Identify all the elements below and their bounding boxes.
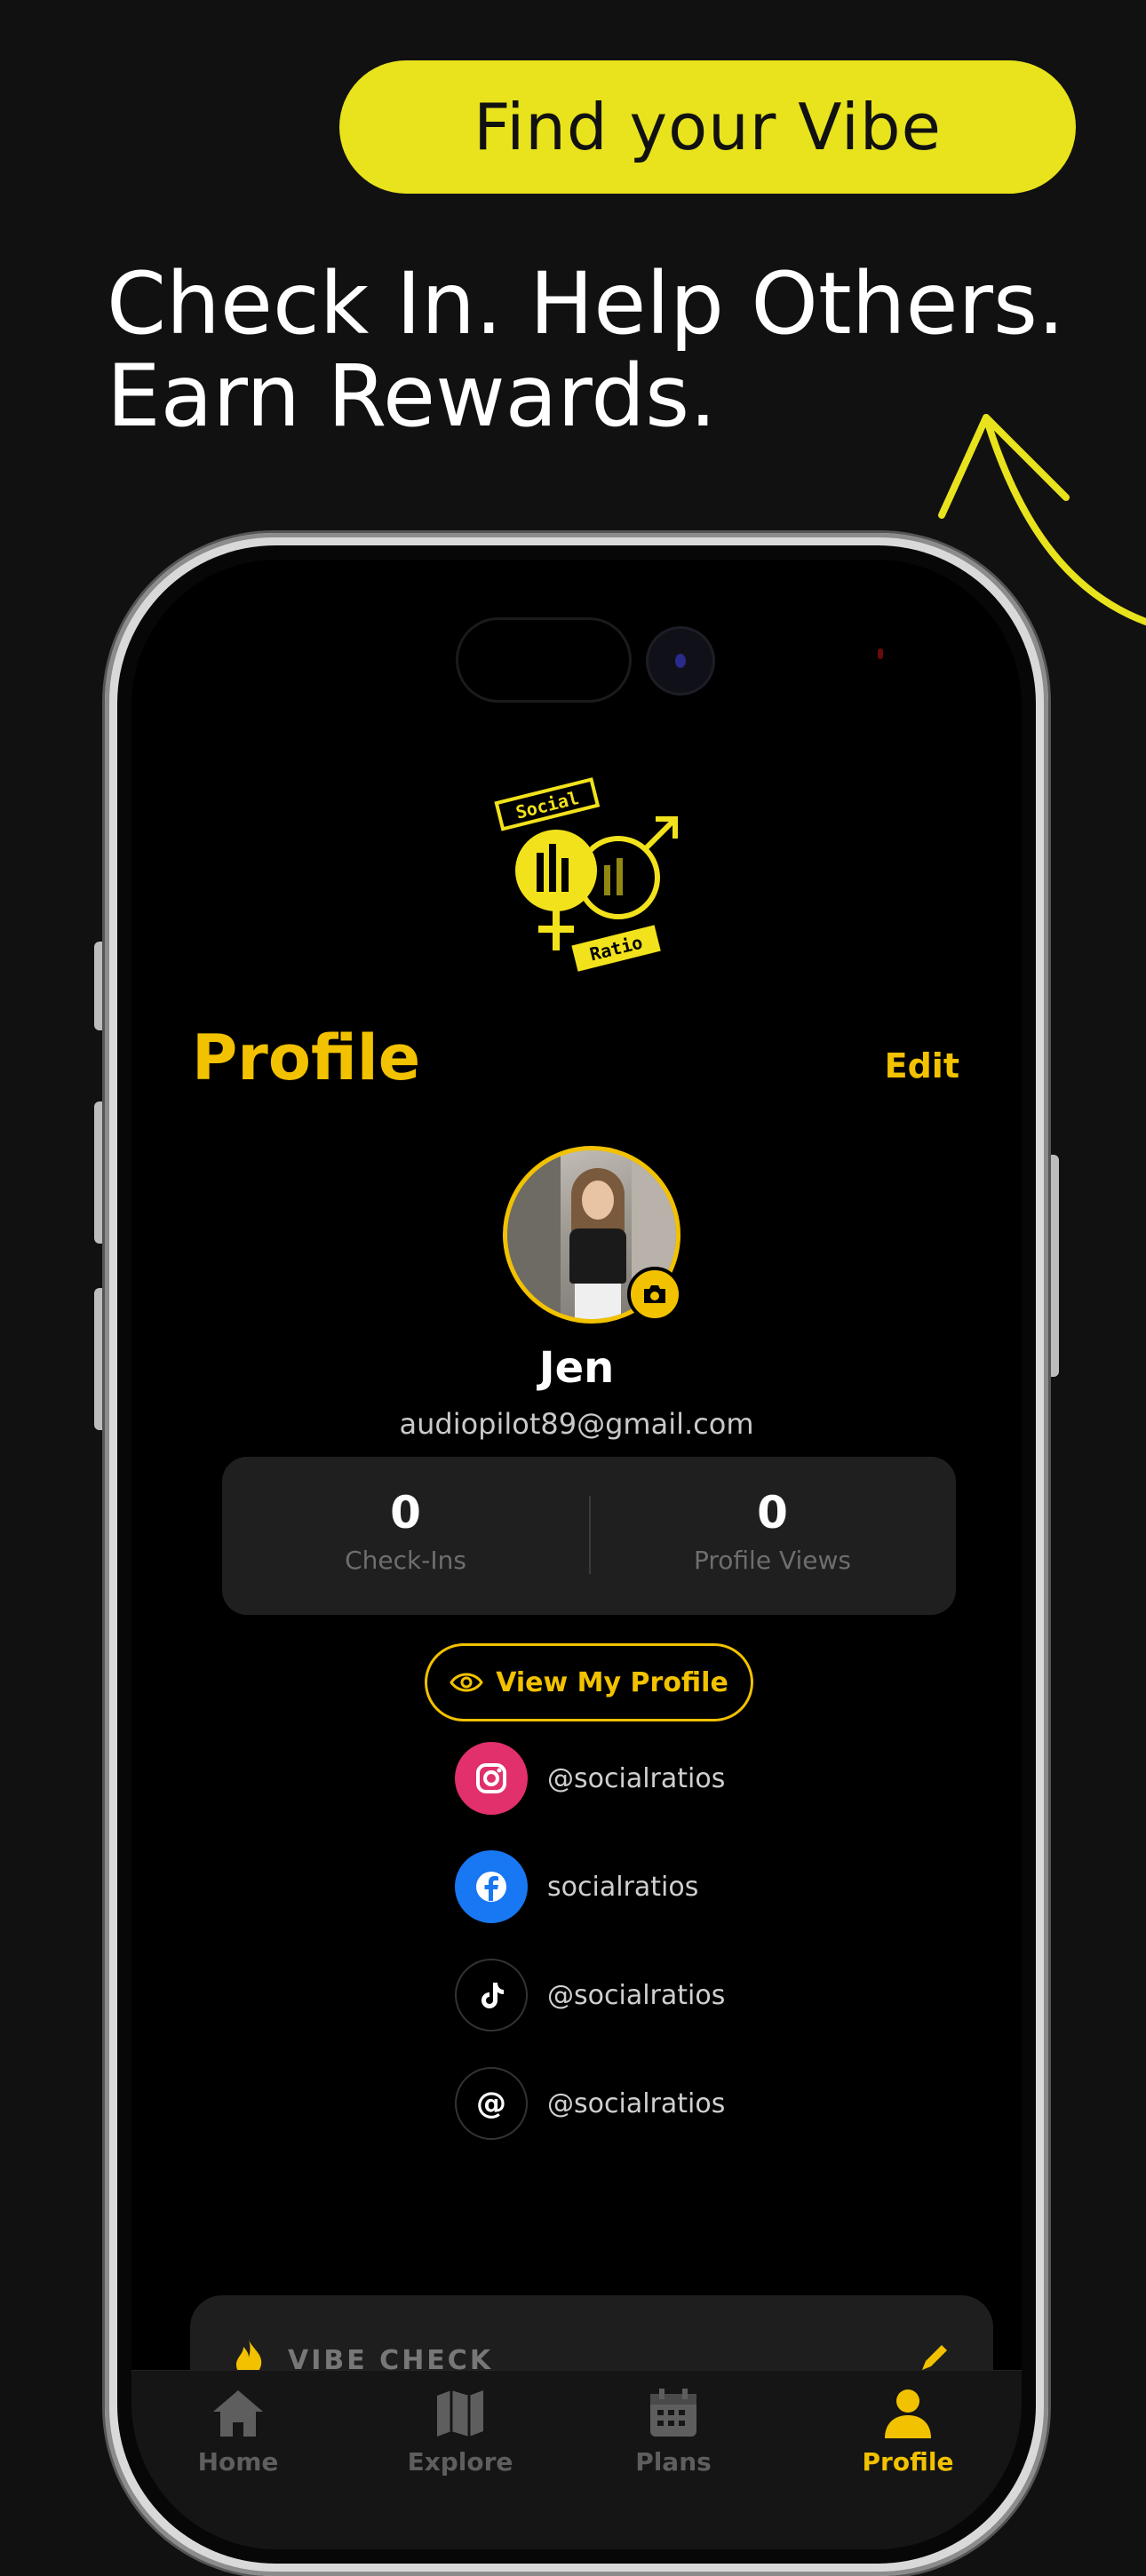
social-handle: socialratios <box>547 1871 699 1903</box>
pencil-icon[interactable] <box>919 2341 951 2373</box>
person-icon <box>885 2389 931 2438</box>
stat-value: 0 <box>757 1487 788 1538</box>
stat-check-ins: 0 Check-Ins <box>222 1457 589 1615</box>
avatar-container[interactable] <box>503 1146 682 1324</box>
stat-label: Check-Ins <box>345 1546 466 1575</box>
tab-home[interactable]: Home <box>176 2387 300 2477</box>
camera-lens <box>649 629 712 693</box>
dynamic-island <box>458 620 629 700</box>
home-icon <box>213 2390 263 2437</box>
tiktok-icon <box>455 1959 528 2031</box>
tab-label: Plans <box>635 2447 712 2477</box>
tab-label: Home <box>197 2447 279 2477</box>
tab-label: Profile <box>862 2447 954 2477</box>
tab-explore[interactable]: Explore <box>398 2387 522 2477</box>
social-handle: @socialratios <box>547 1762 726 1794</box>
view-my-profile-button[interactable]: View My Profile <box>425 1643 753 1721</box>
tab-bar: Home Explore Plans Profile <box>131 2370 1022 2549</box>
find-your-vibe-pill: Find your Vibe <box>339 60 1076 194</box>
stat-profile-views: 0 Profile Views <box>589 1457 956 1615</box>
view-my-profile-label: View My Profile <box>496 1666 728 1698</box>
edit-button[interactable]: Edit <box>885 1046 959 1085</box>
user-name: Jen <box>538 1343 615 1393</box>
phone-bezel: Social Ratio Profile Edit Jen audiopilot… <box>117 545 1036 2564</box>
stats-card: 0 Check-Ins 0 Profile Views <box>222 1457 956 1615</box>
tab-label: Explore <box>407 2447 513 2477</box>
camera-icon <box>644 1285 665 1303</box>
stat-label: Profile Views <box>694 1546 851 1575</box>
stat-value: 0 <box>390 1487 421 1538</box>
social-link-instagram[interactable]: @socialratios <box>455 1741 725 1816</box>
page-title: Profile <box>192 1022 421 1094</box>
user-email: audiopilot89@gmail.com <box>399 1407 754 1441</box>
map-icon <box>437 2390 483 2437</box>
power-button <box>1047 1155 1059 1377</box>
headline-line-1: Check In. Help Others. <box>107 254 1065 354</box>
social-handle: @socialratios <box>547 1979 726 2011</box>
facebook-icon <box>455 1850 528 1923</box>
phone-screen: Social Ratio Profile Edit Jen audiopilot… <box>131 560 1022 2549</box>
threads-icon: @ <box>455 2067 528 2140</box>
instagram-icon <box>455 1742 528 1815</box>
social-ratio-logo: Social Ratio <box>494 777 678 972</box>
phone-frame: Social Ratio Profile Edit Jen audiopilot… <box>105 533 1048 2576</box>
indicator-dot <box>878 648 883 659</box>
tab-profile[interactable]: Profile <box>846 2387 970 2477</box>
social-link-tiktok[interactable]: @socialratios <box>455 1958 725 2032</box>
tab-plans[interactable]: Plans <box>611 2387 736 2477</box>
social-link-facebook[interactable]: socialratios <box>455 1849 698 1924</box>
social-link-threads[interactable]: @ @socialratios <box>455 2066 725 2141</box>
change-photo-button[interactable] <box>627 1267 682 1322</box>
calendar-icon <box>650 2389 696 2437</box>
pill-text: Find your Vibe <box>474 90 942 164</box>
eye-icon <box>450 1673 484 1692</box>
social-handle: @socialratios <box>547 2087 726 2119</box>
